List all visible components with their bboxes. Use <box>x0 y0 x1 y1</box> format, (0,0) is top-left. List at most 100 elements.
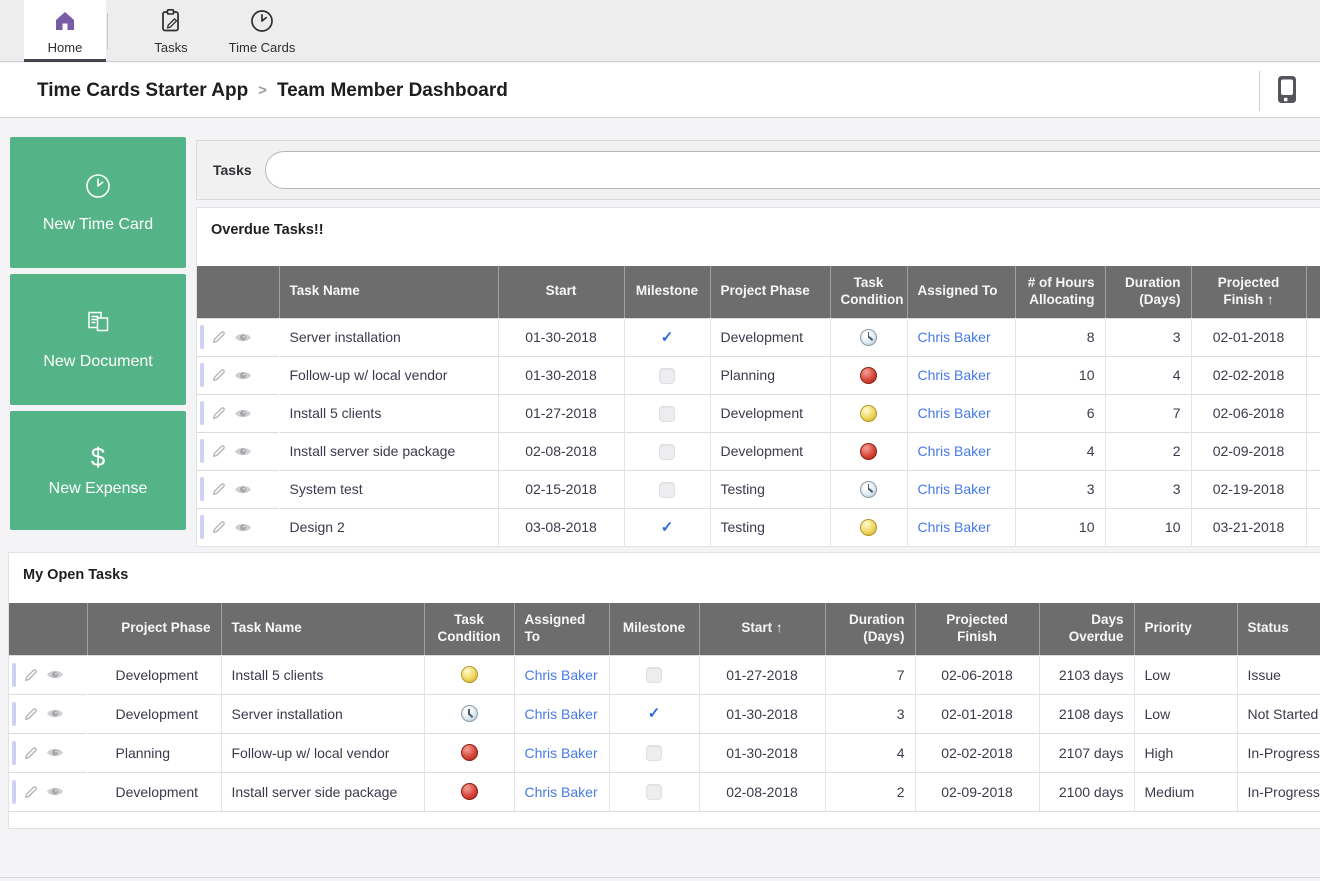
assigned-to-link[interactable]: Chris Baker <box>525 745 598 761</box>
cell-task-condition <box>830 508 907 546</box>
cell-hours: 8 <box>1015 318 1105 356</box>
edit-pencil-icon[interactable] <box>211 443 227 459</box>
header-duration[interactable]: Duration (Days) <box>1105 266 1191 318</box>
header-task-condition[interactable]: Task Condition <box>424 603 514 655</box>
header-task-condition[interactable]: Task Condition <box>830 266 907 318</box>
cell-start: 02-08-2018 <box>498 432 624 470</box>
row-actions <box>9 772 87 811</box>
view-eye-icon[interactable] <box>46 668 64 681</box>
side-button-label: New Time Card <box>43 216 153 234</box>
cell-milestone <box>624 318 710 356</box>
new-document-button[interactable]: New Document <box>10 274 186 405</box>
row-accent-bar <box>12 780 16 804</box>
cell-task-condition <box>424 694 514 733</box>
header-status[interactable]: Status <box>1237 603 1320 655</box>
header-projected-finish[interactable]: Projected Finish <box>915 603 1039 655</box>
view-eye-icon[interactable] <box>234 331 252 344</box>
cell-projected-finish: 02-01-2018 <box>1191 318 1306 356</box>
header-task-name[interactable]: Task Name <box>279 266 498 318</box>
header-hours[interactable]: # of Hours Allocating <box>1015 266 1105 318</box>
page-title: Team Member Dashboard <box>277 80 508 102</box>
nav-tab-tasks[interactable]: Tasks <box>132 0 210 62</box>
edit-pencil-icon[interactable] <box>211 481 227 497</box>
cell-task-name: System test <box>279 470 498 508</box>
tasks-search-input[interactable] <box>265 151 1320 189</box>
header-milestone[interactable]: Milestone <box>624 266 710 318</box>
my-open-tasks-panel: My Open Tasks Project Phase Task Name Ta… <box>8 552 1320 829</box>
assigned-to-link[interactable]: Chris Baker <box>918 329 991 345</box>
condition-orb <box>860 367 877 384</box>
header-assigned-to[interactable]: Assigned To <box>514 603 609 655</box>
cell-milestone <box>624 470 710 508</box>
cell-milestone <box>609 694 699 733</box>
cell-start: 02-15-2018 <box>498 470 624 508</box>
view-eye-icon[interactable] <box>46 746 64 759</box>
edit-pencil-icon[interactable] <box>211 329 227 345</box>
header-start[interactable]: Start ↑ <box>699 603 825 655</box>
edit-pencil-icon[interactable] <box>211 519 227 535</box>
breadcrumb-app-link[interactable]: Time Cards Starter App <box>37 80 248 102</box>
edit-pencil-icon[interactable] <box>211 405 227 421</box>
view-eye-icon[interactable] <box>234 369 252 382</box>
edit-pencil-icon[interactable] <box>23 784 39 800</box>
view-eye-icon[interactable] <box>46 707 64 720</box>
view-eye-icon[interactable] <box>234 483 252 496</box>
header-task-name[interactable]: Task Name <box>221 603 424 655</box>
assigned-to-link[interactable]: Chris Baker <box>918 367 991 383</box>
view-eye-icon[interactable] <box>234 407 252 420</box>
table-row: Planning Follow-up w/ local vendor Chris… <box>9 733 1320 772</box>
row-accent-bar <box>12 702 16 726</box>
cell-task-name: Follow-up w/ local vendor <box>221 733 424 772</box>
home-icon <box>52 8 78 37</box>
cell-task-name: Server installation <box>279 318 498 356</box>
cell-duration: 4 <box>825 733 915 772</box>
header-projected-finish[interactable]: Projected Finish ↑ <box>1191 266 1306 318</box>
nav-tab-home[interactable]: Home <box>24 0 106 62</box>
row-actions <box>9 655 87 694</box>
assigned-to-link[interactable]: Chris Baker <box>525 784 598 800</box>
header-start[interactable]: Start <box>498 266 624 318</box>
edit-pencil-icon[interactable] <box>23 706 39 722</box>
cell-assigned-to: Chris Baker <box>514 655 609 694</box>
header-milestone[interactable]: Milestone <box>609 603 699 655</box>
milestone-checkbox <box>648 705 661 722</box>
cell-hours: 10 <box>1015 508 1105 546</box>
cell-project-phase: Development <box>87 694 221 733</box>
assigned-to-link[interactable]: Chris Baker <box>918 443 991 459</box>
assigned-to-link[interactable]: Chris Baker <box>918 481 991 497</box>
edit-pencil-icon[interactable] <box>23 745 39 761</box>
new-time-card-button[interactable]: New Time Card <box>10 137 186 268</box>
assigned-to-link[interactable]: Chris Baker <box>918 405 991 421</box>
assigned-to-link[interactable]: Chris Baker <box>918 519 991 535</box>
header-project-phase[interactable]: Project Phase <box>87 603 221 655</box>
cell-start: 01-30-2018 <box>699 694 825 733</box>
header-priority[interactable]: Priority <box>1134 603 1237 655</box>
cell-duration: 4 <box>1105 356 1191 394</box>
breadcrumb-bar: Time Cards Starter App > Team Member Das… <box>0 63 1320 118</box>
edit-pencil-icon[interactable] <box>211 367 227 383</box>
cell-assigned-to: Chris Baker <box>907 470 1015 508</box>
cell-priority: Low <box>1134 694 1237 733</box>
cell-milestone <box>609 655 699 694</box>
nav-tab-label: Tasks <box>154 40 187 55</box>
header-days-overdue[interactable]: Days Overdue <box>1039 603 1134 655</box>
cell-projected-finish: 03-21-2018 <box>1191 508 1306 546</box>
header-duration[interactable]: Duration (Days) <box>825 603 915 655</box>
view-eye-icon[interactable] <box>234 445 252 458</box>
cell-milestone <box>609 772 699 811</box>
cell-project-phase: Planning <box>710 356 830 394</box>
mobile-preview-button[interactable] <box>1274 76 1300 108</box>
view-eye-icon[interactable] <box>46 785 64 798</box>
new-expense-button[interactable]: $ New Expense <box>10 411 186 530</box>
assigned-to-link[interactable]: Chris Baker <box>525 667 598 683</box>
header-project-phase[interactable]: Project Phase <box>710 266 830 318</box>
overdue-tasks-title: Overdue Tasks!! <box>211 222 324 238</box>
nav-tab-time-cards[interactable]: Time Cards <box>214 0 310 62</box>
nav-divider <box>107 13 108 49</box>
table-row: Development Server installation Chris Ba… <box>9 694 1320 733</box>
header-assigned-to[interactable]: Assigned To <box>907 266 1015 318</box>
edit-pencil-icon[interactable] <box>23 667 39 683</box>
cell-project-phase: Development <box>710 318 830 356</box>
assigned-to-link[interactable]: Chris Baker <box>525 706 598 722</box>
view-eye-icon[interactable] <box>234 521 252 534</box>
